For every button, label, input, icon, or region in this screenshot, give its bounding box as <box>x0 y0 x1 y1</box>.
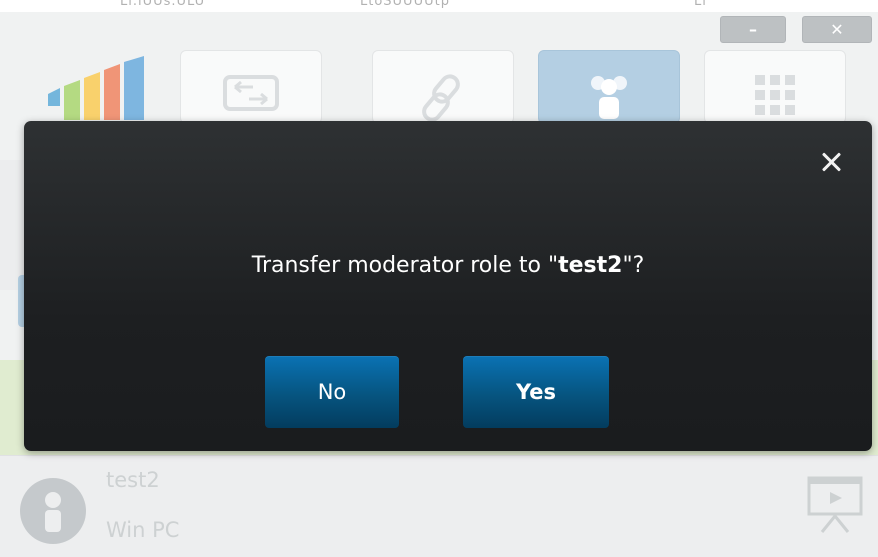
transfer-moderator-dialog: Transfer moderator role to "test2"? No Y… <box>24 121 872 451</box>
close-icon[interactable] <box>814 145 848 179</box>
question-suffix: "? <box>622 253 645 278</box>
yes-button[interactable]: Yes <box>463 356 609 428</box>
dialog-question: Transfer moderator role to "test2"? <box>24 253 872 278</box>
no-button[interactable]: No <box>265 356 399 428</box>
question-prefix: Transfer moderator role to " <box>251 253 559 278</box>
question-username: test2 <box>558 253 623 278</box>
